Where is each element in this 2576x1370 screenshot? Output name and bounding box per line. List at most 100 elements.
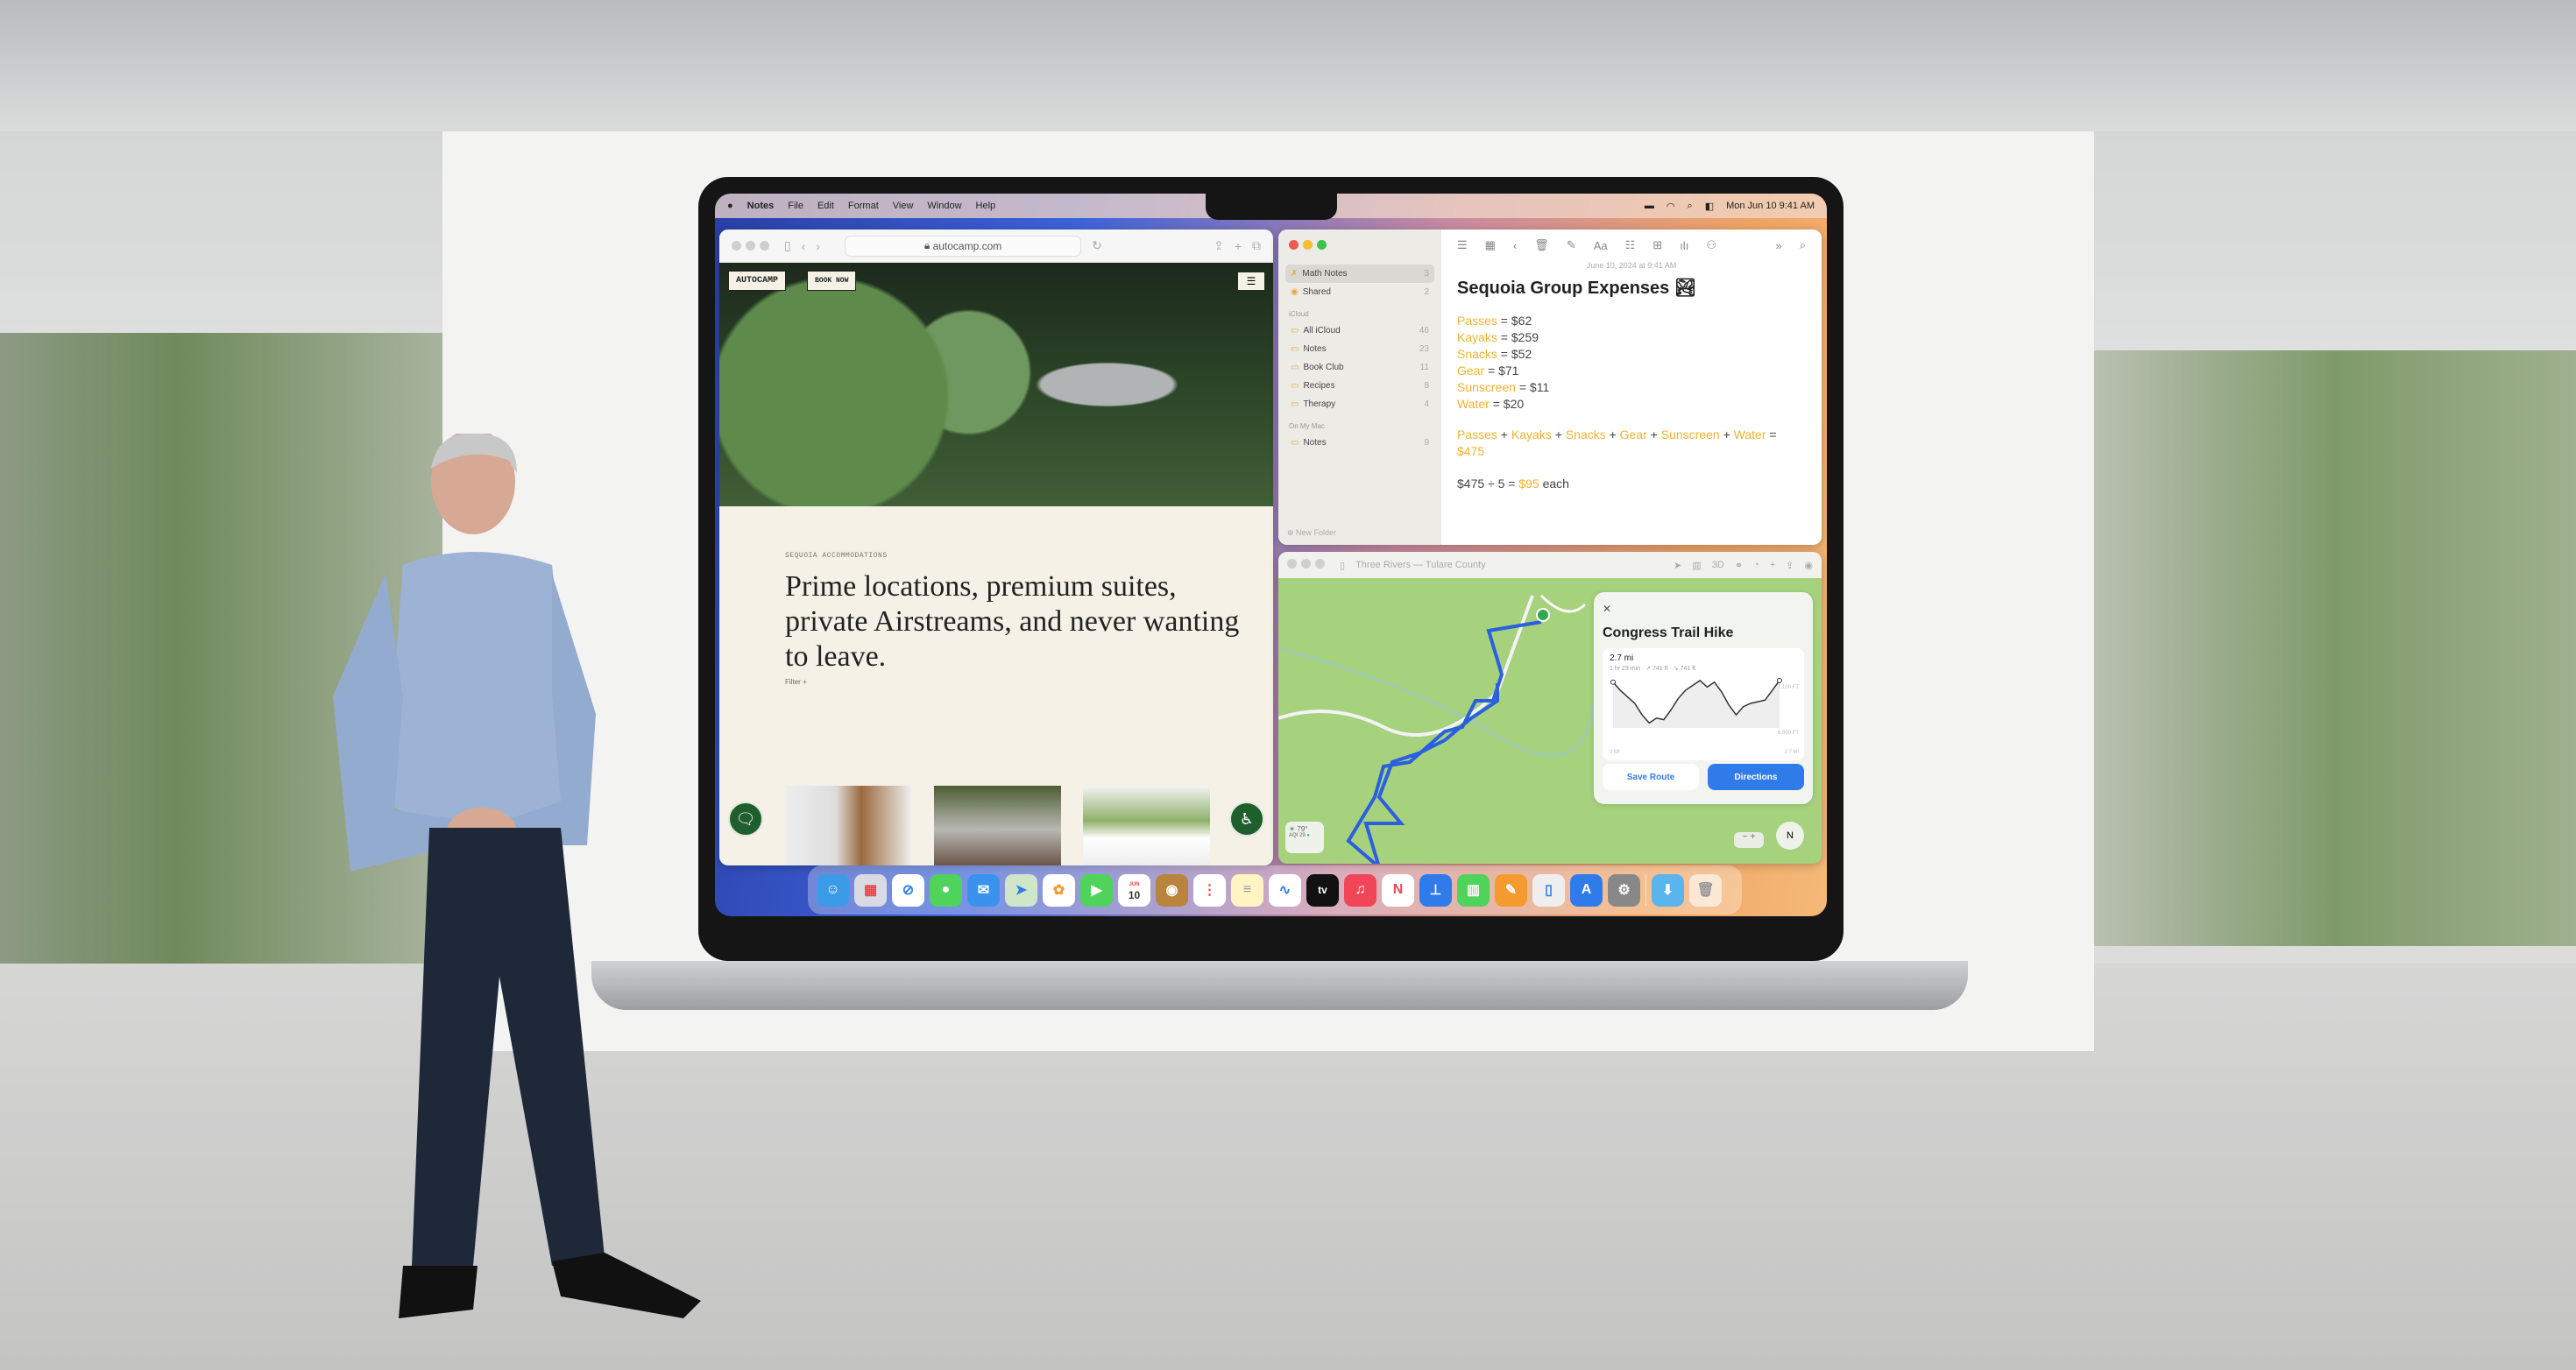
numbers-icon[interactable]: ▥ bbox=[1457, 873, 1490, 907]
tracking-icon[interactable]: ◔ bbox=[1753, 560, 1759, 570]
3d-button[interactable]: 3D bbox=[1712, 560, 1724, 570]
wifi-icon[interactable]: ◠ bbox=[1667, 201, 1675, 212]
chat-button[interactable]: 🗨︎ bbox=[728, 802, 763, 837]
account-icon[interactable]: ◉ bbox=[1804, 560, 1813, 571]
add-icon[interactable]: + bbox=[1770, 560, 1775, 570]
listing-thumbnail[interactable] bbox=[934, 786, 1061, 865]
contacts-icon[interactable]: ◉ bbox=[1156, 873, 1188, 907]
calendar-icon[interactable]: JUN 10 bbox=[1118, 873, 1150, 907]
window-controls[interactable] bbox=[1289, 240, 1434, 252]
news-icon[interactable]: N bbox=[1382, 873, 1414, 907]
reminders-icon[interactable]: ⋮ bbox=[1193, 873, 1226, 907]
back-icon[interactable]: ‹ bbox=[1513, 239, 1517, 252]
maps-icon[interactable]: ➤ bbox=[1005, 873, 1037, 907]
pages-icon[interactable]: ✎ bbox=[1495, 873, 1527, 907]
note-editor[interactable]: ☰ ▦ ‹ 🗑︎ ✎ Aa ☷ ⊞ ılı ⚇ » ⌕ June 10, 202… bbox=[1441, 230, 1822, 545]
hamburger-menu-icon[interactable]: ☰ bbox=[1238, 272, 1264, 290]
collaborate-icon[interactable]: ⚇ bbox=[1706, 238, 1716, 252]
launchpad-icon[interactable]: ▦ bbox=[854, 873, 887, 907]
sidebar-item-shared[interactable]: ◉ Shared 2 bbox=[1285, 283, 1434, 301]
tabs-overview-icon[interactable]: ⧉ bbox=[1252, 238, 1261, 253]
facetime-icon[interactable]: ▶ bbox=[1080, 873, 1113, 907]
book-now-button[interactable]: BOOK NOW bbox=[807, 271, 857, 291]
section-header-on-my-mac: On My Mac bbox=[1289, 422, 1325, 430]
new-folder-button[interactable]: ⊕ New Folder bbox=[1287, 528, 1336, 538]
checklist-icon[interactable]: ☷ bbox=[1625, 238, 1636, 252]
weather-widget[interactable]: ☀ 79° AQI 29 ● bbox=[1285, 822, 1324, 853]
save-route-button[interactable]: Save Route bbox=[1603, 764, 1699, 790]
trash-icon[interactable]: 🗑︎ bbox=[1689, 873, 1722, 907]
menu-view[interactable]: View bbox=[893, 201, 914, 211]
menu-file[interactable]: File bbox=[788, 201, 803, 211]
menu-clock[interactable]: Mon Jun 10 9:41 AM bbox=[1726, 201, 1815, 211]
sidebar-toggle-icon[interactable]: ▯ bbox=[784, 238, 791, 253]
sidebar-item-math-notes[interactable]: ✗ Math Notes 3 bbox=[1285, 265, 1434, 283]
audio-icon[interactable]: ılı bbox=[1680, 239, 1688, 252]
sidebar-folder-item[interactable]: ▭ Recipes 8 bbox=[1285, 377, 1434, 395]
control-center-icon[interactable]: ◧ bbox=[1705, 201, 1714, 212]
notes-app-icon[interactable]: ≡ bbox=[1231, 873, 1263, 907]
menu-edit[interactable]: Edit bbox=[817, 201, 834, 211]
lock-icon: 🔒︎ bbox=[924, 239, 933, 251]
mail-icon[interactable]: ✉ bbox=[967, 873, 1000, 907]
iphone-mirroring-icon[interactable]: ▯ bbox=[1532, 873, 1565, 907]
sidebar-folder-item[interactable]: ▭ All iCloud 46 bbox=[1285, 321, 1434, 340]
menu-format[interactable]: Format bbox=[848, 201, 879, 211]
more-icon[interactable]: » bbox=[1775, 239, 1781, 252]
menu-help[interactable]: Help bbox=[976, 201, 996, 211]
sidebar-folder-item[interactable]: ▭ Notes 9 bbox=[1285, 434, 1434, 452]
address-bar[interactable]: 🔒︎ autocamp.com bbox=[845, 235, 1082, 257]
format-icon[interactable]: Aa bbox=[1594, 239, 1608, 252]
safari-icon[interactable]: ⊘ bbox=[892, 873, 924, 907]
window-controls[interactable] bbox=[1287, 559, 1329, 571]
music-icon[interactable]: ♫ bbox=[1344, 873, 1376, 907]
app-store-icon[interactable]: A bbox=[1570, 873, 1603, 907]
close-icon[interactable]: ✕ bbox=[1603, 603, 1611, 615]
apple-icon[interactable]: ● bbox=[727, 201, 733, 211]
list-view-icon[interactable]: ☰ bbox=[1457, 238, 1468, 252]
sum-term: Water bbox=[1733, 427, 1766, 441]
table-icon[interactable]: ⊞ bbox=[1652, 238, 1662, 252]
share-icon[interactable]: ⇪ bbox=[1214, 238, 1224, 253]
accessibility-button[interactable]: ♿︎ bbox=[1229, 802, 1264, 837]
directions-button[interactable]: Directions bbox=[1708, 764, 1804, 790]
trailhead-pin-icon[interactable] bbox=[1536, 608, 1550, 622]
compose-icon[interactable]: ✎ bbox=[1567, 238, 1576, 252]
gallery-view-icon[interactable]: ▦ bbox=[1485, 238, 1496, 252]
map-mode-icon[interactable]: ▥ bbox=[1692, 560, 1701, 571]
compass[interactable]: N bbox=[1776, 822, 1804, 850]
window-controls[interactable] bbox=[732, 239, 774, 253]
sidebar-folder-item[interactable]: ▭ Notes 23 bbox=[1285, 340, 1434, 358]
finder-icon[interactable]: ☺ bbox=[817, 873, 849, 907]
filter-link[interactable]: Filter + bbox=[785, 678, 807, 686]
zoom-controls[interactable]: − + bbox=[1734, 832, 1764, 848]
location-icon[interactable]: ➤ bbox=[1674, 560, 1681, 571]
sidebar-folder-item[interactable]: ▭ Therapy 4 bbox=[1285, 395, 1434, 413]
share-icon[interactable]: ⇪ bbox=[1786, 560, 1794, 571]
listing-thumbnail[interactable] bbox=[785, 786, 912, 865]
sidebar-toggle-icon[interactable]: ▯ bbox=[1340, 560, 1345, 571]
item-count: 3 bbox=[1424, 269, 1429, 279]
trash-icon[interactable]: 🗑︎ bbox=[1534, 238, 1549, 252]
keynote-icon[interactable]: ⊥ bbox=[1419, 873, 1452, 907]
look-around-icon[interactable]: ⚭ bbox=[1735, 560, 1743, 571]
menu-app-name[interactable]: Notes bbox=[747, 201, 775, 211]
messages-icon[interactable]: ● bbox=[930, 873, 962, 907]
photos-icon[interactable]: ✿ bbox=[1043, 873, 1075, 907]
battery-icon[interactable]: ▬ bbox=[1645, 201, 1654, 211]
search-icon[interactable]: ⌕ bbox=[1800, 238, 1806, 252]
spotlight-icon[interactable]: ⌕ bbox=[1688, 201, 1693, 212]
sidebar-folder-item[interactable]: ▭ Book Club 11 bbox=[1285, 358, 1434, 377]
menu-window[interactable]: Window bbox=[927, 201, 961, 211]
reload-icon[interactable]: ↻ bbox=[1092, 238, 1102, 253]
downloads-folder-icon[interactable]: ⬇ bbox=[1652, 873, 1684, 907]
new-tab-icon[interactable]: + bbox=[1235, 239, 1242, 253]
sidebar-item-label: Therapy bbox=[1303, 399, 1336, 409]
forward-icon[interactable]: › bbox=[816, 239, 820, 253]
system-settings-icon[interactable]: ⚙ bbox=[1608, 873, 1640, 907]
back-icon[interactable]: ‹ bbox=[802, 239, 806, 253]
freeform-icon[interactable]: ∿ bbox=[1269, 873, 1301, 907]
apple-tv-icon[interactable]: tv bbox=[1306, 873, 1339, 907]
listing-thumbnail[interactable] bbox=[1083, 786, 1210, 865]
autocamp-logo[interactable]: AUTOCAMP bbox=[728, 271, 787, 291]
